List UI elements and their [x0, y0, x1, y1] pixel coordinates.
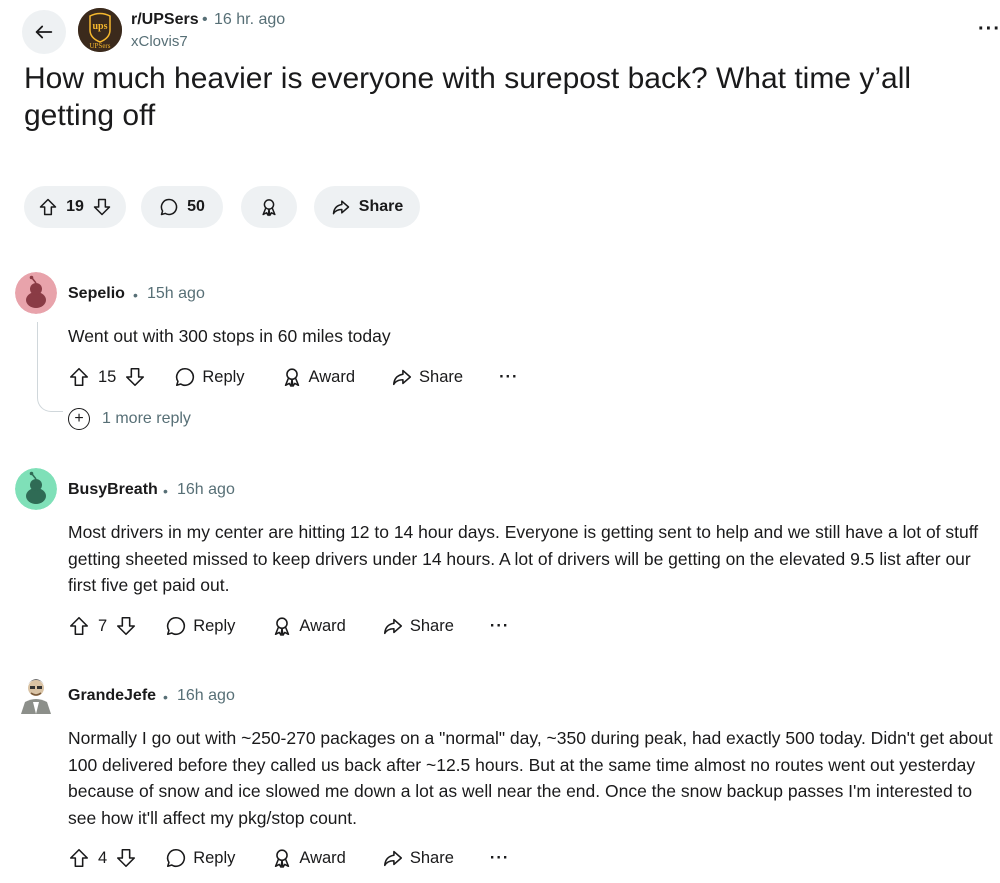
award-label: Award: [299, 616, 346, 635]
comment-body: Went out with 300 stops in 60 miles toda…: [68, 326, 391, 346]
reply-button[interactable]: Reply: [165, 615, 235, 637]
award-label: Award: [308, 367, 356, 386]
comment-actions: 4 Reply Award Share ···: [68, 845, 509, 871]
downvote-icon[interactable]: [115, 615, 137, 637]
comment-avatar[interactable]: [15, 672, 57, 714]
upvote-icon[interactable]: [68, 615, 90, 637]
post-comments-button[interactable]: 50: [141, 186, 223, 228]
share-icon: [382, 847, 404, 869]
more-replies-button[interactable]: + 1 more reply: [68, 408, 191, 430]
comment-vote-count: 4: [98, 848, 108, 867]
comment-body: Normally I go out with ~250-270 packages…: [68, 728, 993, 828]
back-button[interactable]: [22, 10, 66, 54]
comment-time: 16h ago: [177, 687, 235, 704]
award-button[interactable]: Award: [271, 615, 346, 637]
snoo-avatar-icon: [15, 272, 57, 314]
comment-overflow-menu-button[interactable]: ···: [490, 617, 509, 636]
award-button[interactable]: Award: [271, 847, 346, 869]
plus-circle-icon: +: [68, 408, 90, 430]
ups-logo-icon: ups UPSers: [78, 8, 122, 52]
post-share-label: Share: [358, 198, 404, 215]
more-replies-label: 1 more reply: [102, 410, 191, 427]
comment-avatar[interactable]: [15, 272, 57, 314]
custom-avatar-icon: [15, 672, 57, 714]
svg-text:UPSers: UPSers: [89, 42, 110, 50]
share-button[interactable]: Share: [382, 615, 454, 637]
upvote-icon[interactable]: [68, 847, 90, 869]
post-share-button[interactable]: Share: [314, 186, 420, 228]
share-label: Share: [419, 367, 464, 386]
share-icon: [382, 615, 404, 637]
post-vote-pill: 19: [24, 186, 126, 228]
svg-text:ups: ups: [92, 21, 107, 32]
share-icon: [331, 197, 351, 217]
downvote-icon[interactable]: [124, 366, 146, 388]
award-label: Award: [299, 848, 346, 867]
comment-author[interactable]: GrandeJefe: [68, 687, 156, 705]
comment-bubble-icon: [165, 615, 187, 637]
comment-bubble-icon: [159, 197, 179, 217]
award-icon: [281, 366, 303, 388]
reply-button[interactable]: Reply: [174, 366, 245, 388]
comment-vote-group: 7: [68, 615, 137, 637]
reply-button[interactable]: Reply: [165, 847, 235, 869]
upvote-icon[interactable]: [68, 366, 90, 388]
share-icon: [391, 366, 413, 388]
post-title: How much heavier is everyone with surepo…: [24, 62, 912, 132]
share-button[interactable]: Share: [391, 366, 463, 388]
post-time: 16 hr. ago: [214, 11, 286, 28]
downvote-icon[interactable]: [115, 847, 137, 869]
share-label: Share: [409, 616, 454, 635]
share-button[interactable]: Share: [382, 847, 454, 869]
post-comment-count: 50: [187, 198, 205, 215]
comment-actions: 7 Reply Award Share ···: [68, 613, 509, 639]
arrow-left-icon: [35, 25, 53, 39]
comment-vote-group: 4: [68, 847, 137, 869]
comment-vote-count: 7: [98, 616, 108, 635]
thread-line: [37, 322, 63, 412]
award-button[interactable]: Award: [281, 366, 355, 388]
meta-separator: •: [133, 287, 138, 303]
comment-avatar[interactable]: [15, 468, 57, 510]
downvote-icon[interactable]: [92, 197, 112, 217]
reply-label: Reply: [202, 367, 245, 386]
comment-vote-count: 15: [98, 367, 117, 386]
comment-bubble-icon: [174, 366, 196, 388]
meta-separator: •: [163, 689, 168, 705]
comment-body: Most drivers in my center are hitting 12…: [68, 522, 979, 595]
post-vote-count: 19: [66, 198, 84, 215]
award-icon: [271, 847, 293, 869]
comment-actions: 15 Reply Award Share ···: [68, 364, 519, 390]
award-icon: [271, 615, 293, 637]
snoo-avatar-icon: [15, 468, 57, 510]
meta-separator: •: [163, 483, 168, 499]
meta-separator: •: [202, 11, 208, 28]
comment-overflow-menu-button[interactable]: ···: [499, 368, 518, 387]
comment-author[interactable]: Sepelio: [68, 285, 125, 303]
post-author[interactable]: xClovis7: [131, 33, 188, 50]
upvote-icon[interactable]: [38, 197, 58, 217]
subreddit-name[interactable]: r/UPSers: [131, 11, 199, 29]
comment-vote-group: 15: [68, 366, 146, 388]
comment-overflow-menu-button[interactable]: ···: [490, 849, 509, 868]
post-overflow-menu-button[interactable]: ···: [978, 18, 1000, 41]
post-award-button[interactable]: [241, 186, 297, 228]
comment-time: 15h ago: [147, 285, 205, 302]
comment-time: 16h ago: [177, 481, 235, 498]
reply-label: Reply: [193, 616, 236, 635]
award-icon: [259, 197, 279, 217]
reply-label: Reply: [193, 848, 236, 867]
subreddit-avatar[interactable]: ups UPSers: [78, 8, 122, 52]
comment-author[interactable]: BusyBreath: [68, 481, 158, 499]
comment-bubble-icon: [165, 847, 187, 869]
share-label: Share: [409, 848, 454, 867]
